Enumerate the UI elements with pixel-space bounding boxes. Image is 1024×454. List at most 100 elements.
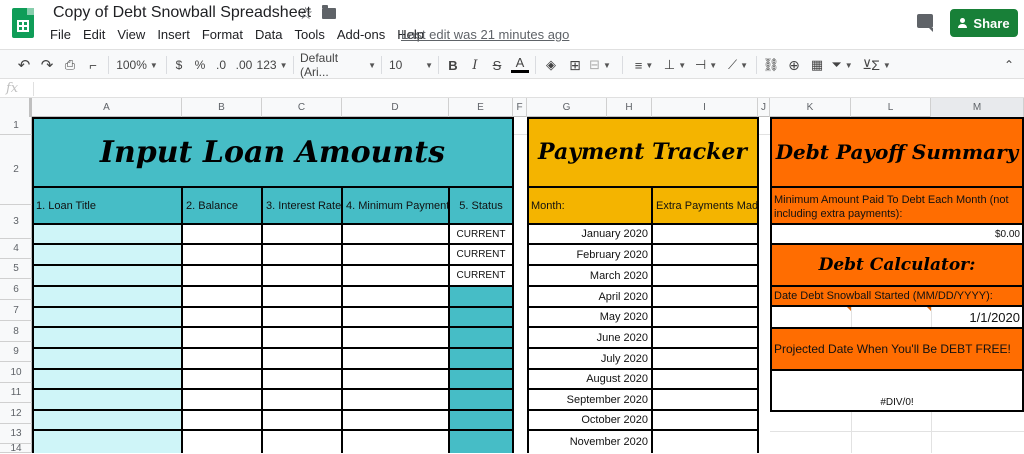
loan-input-cell[interactable] [262,410,342,430]
loan-input-cell[interactable] [342,224,449,244]
borders-icon[interactable]: ⊞ [566,55,584,75]
fill-color-icon[interactable]: ◈ [542,55,560,75]
row-header-12[interactable]: 12 [0,403,32,424]
minimum-payment-header[interactable]: 4. Minimum Payment [342,187,449,224]
column-header-i[interactable]: I [652,98,758,117]
start-date-label[interactable]: Date Debt Snowball Started (MM/DD/YYYY): [770,286,1024,306]
extra-payments-header[interactable]: Extra Payments Made [652,187,758,224]
bold-button[interactable]: B [445,55,461,75]
text-wrap-icon[interactable]: ⊣ ▼ [692,55,720,75]
status-cell[interactable]: CURRENT [449,265,513,286]
loan-input-cell[interactable] [32,265,182,286]
month-cell[interactable]: January 2020 [527,224,652,244]
row-header-7[interactable]: 7 [0,300,32,321]
menu-addons[interactable]: Add-ons [332,27,390,42]
column-header-m[interactable]: M [931,98,1024,117]
select-all-corner[interactable] [0,98,32,117]
loan-input-cell[interactable] [32,327,182,348]
extra-payment-cell[interactable] [652,244,758,265]
percent-format-button[interactable]: % [192,55,208,75]
loan-input-cell[interactable] [342,286,449,307]
loan-input-cell[interactable] [262,389,342,410]
status-cell[interactable] [449,307,513,327]
loan-title-header[interactable]: 1. Loan Title [32,187,182,224]
row-header-13[interactable]: 13 [0,424,32,444]
status-cell[interactable] [449,286,513,307]
menu-tools[interactable]: Tools [289,27,329,42]
text-color-button[interactable]: A [511,55,529,73]
loan-input-cell[interactable] [182,244,262,265]
status-cell[interactable] [449,430,513,453]
loan-input-cell[interactable] [262,348,342,369]
projected-date-label[interactable]: Projected Date When You'll Be DEBT FREE! [770,328,1024,370]
redo-icon[interactable]: ↷ [37,55,57,75]
loan-input-cell[interactable] [182,286,262,307]
loan-section-title[interactable]: Input Loan Amounts [32,117,513,187]
loan-input-cell[interactable] [182,430,262,453]
column-header-e[interactable]: E [449,98,513,117]
functions-button[interactable]: Σ ▼ [868,55,894,75]
more-formats-select[interactable]: 123 ▼ [257,55,288,75]
loan-input-cell[interactable] [32,244,182,265]
column-header-k[interactable]: K [770,98,851,117]
month-header[interactable]: Month: [527,187,652,224]
row-header-5[interactable]: 5 [0,259,32,279]
insert-comment-icon[interactable]: ⊕ [785,55,803,75]
debt-calculator-title[interactable]: Debt Calculator: [770,244,1024,286]
loan-input-cell[interactable] [32,224,182,244]
month-cell[interactable]: October 2020 [527,410,652,430]
italic-button[interactable]: I [467,55,483,75]
column-header-f[interactable]: F [513,98,527,117]
row-header-2[interactable]: 2 [0,135,32,205]
extra-payment-cell[interactable] [652,307,758,327]
loan-input-cell[interactable] [182,369,262,389]
menu-edit[interactable]: Edit [78,27,110,42]
loan-input-cell[interactable] [262,369,342,389]
column-header-h[interactable]: H [607,98,652,117]
minimum-amount-value[interactable]: $0.00 [770,224,1024,244]
column-header-a[interactable]: A [32,98,182,117]
print-icon[interactable]: ⎙ [60,55,80,75]
column-header-c[interactable]: C [262,98,342,117]
loan-input-cell[interactable] [32,430,182,453]
status-cell[interactable] [449,348,513,369]
loan-input-cell[interactable] [342,410,449,430]
column-header-g[interactable]: G [527,98,607,117]
loan-input-cell[interactable] [262,224,342,244]
strikethrough-button[interactable]: S [489,55,505,75]
status-cell[interactable]: CURRENT [449,244,513,265]
loan-input-cell[interactable] [182,327,262,348]
vertical-align-icon[interactable]: ⊥ ▼ [662,55,688,75]
extra-payment-cell[interactable] [652,430,758,453]
currency-format-button[interactable]: $ [171,55,187,75]
loan-input-cell[interactable] [32,307,182,327]
sheets-logo-icon[interactable] [12,8,34,38]
extra-payment-cell[interactable] [652,348,758,369]
row-header-8[interactable]: 8 [0,321,32,342]
month-cell[interactable]: February 2020 [527,244,652,265]
loan-input-cell[interactable] [182,389,262,410]
loan-input-cell[interactable] [182,307,262,327]
loan-input-cell[interactable] [262,327,342,348]
row-header-10[interactable]: 10 [0,362,32,383]
merge-cells-icon[interactable]: ⊟ ▼ [589,55,611,75]
insert-link-icon[interactable]: ⛓ [762,55,780,75]
loan-input-cell[interactable] [32,369,182,389]
month-cell[interactable]: August 2020 [527,369,652,389]
row-header-14[interactable]: 14 [0,443,32,454]
loan-input-cell[interactable] [342,327,449,348]
menu-data[interactable]: Data [250,27,287,42]
row-header-4[interactable]: 4 [0,239,32,259]
loan-input-cell[interactable] [262,265,342,286]
formula-bar[interactable]: fx [0,80,1024,98]
loan-input-cell[interactable] [262,307,342,327]
increase-decimal-button[interactable]: .00 [234,55,254,75]
status-cell[interactable] [449,369,513,389]
loan-input-cell[interactable] [182,265,262,286]
month-cell[interactable]: November 2020 [527,430,652,453]
text-rotation-icon[interactable]: ⟋ ▼ [724,55,752,75]
loan-input-cell[interactable] [342,348,449,369]
debt-payoff-summary-title[interactable]: Debt Payoff Summary [770,117,1024,187]
extra-payment-cell[interactable] [652,286,758,307]
month-cell[interactable]: May 2020 [527,307,652,327]
